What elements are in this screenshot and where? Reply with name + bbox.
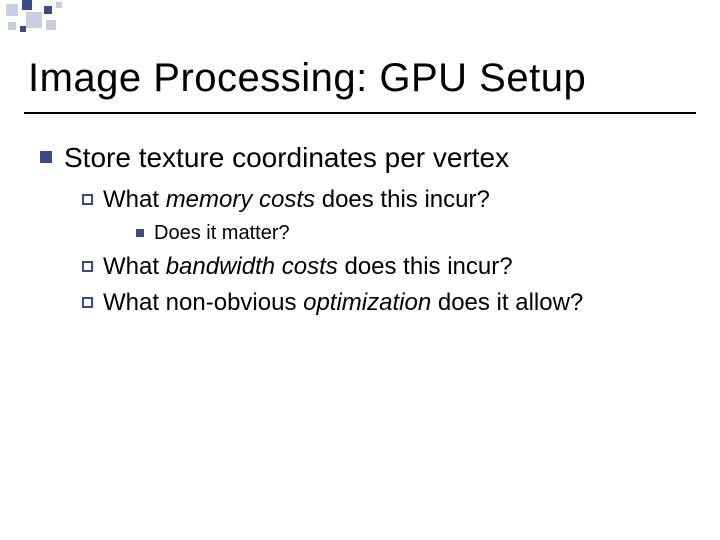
bullet-level3: Does it matter?: [136, 221, 680, 246]
bullet-text: What bandwidth costs does this incur?: [103, 252, 680, 282]
bullet-level2: What bandwidth costs does this incur?: [82, 252, 680, 282]
bullet-text: Does it matter?: [154, 221, 680, 246]
square-filled-icon: [40, 151, 52, 163]
bullet-text: What non-obvious optimization does it al…: [103, 288, 680, 318]
bullet-level1: Store texture coordinates per vertex: [40, 140, 680, 175]
square-small-icon: [136, 229, 144, 237]
text-pre: What: [103, 253, 166, 280]
corner-decoration: [0, 0, 120, 40]
text-post: does this incur?: [315, 186, 490, 213]
square-hollow-icon: [82, 297, 93, 308]
square-hollow-icon: [82, 194, 93, 205]
slide-body: Store texture coordinates per vertex Wha…: [40, 140, 680, 320]
text-pre: What non-obvious: [103, 289, 303, 316]
text-post: does this incur?: [338, 253, 513, 280]
text-em: bandwidth costs: [166, 253, 338, 280]
bullet-text: Store texture coordinates per vertex: [64, 140, 680, 175]
title-underline: [24, 112, 696, 114]
text-pre: What: [103, 186, 166, 213]
slide-title: Image Processing: GPU Setup: [28, 56, 586, 101]
bullet-level2: What non-obvious optimization does it al…: [82, 288, 680, 318]
square-hollow-icon: [82, 261, 93, 272]
text-em: memory costs: [166, 186, 315, 213]
text-post: does it allow?: [431, 289, 583, 316]
bullet-text: What memory costs does this incur?: [103, 185, 680, 215]
text-em: optimization: [303, 289, 431, 316]
bullet-level2: What memory costs does this incur?: [82, 185, 680, 215]
